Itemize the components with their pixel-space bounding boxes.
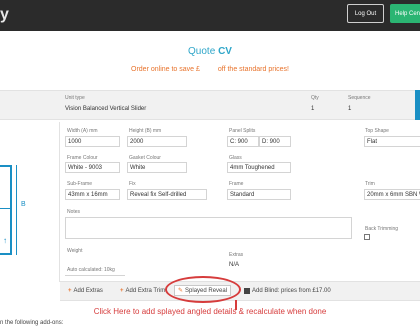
qty-label: Qty [311, 95, 319, 101]
trim-label: Trim [365, 181, 375, 187]
notes-textarea[interactable] [65, 217, 352, 239]
plus-icon: + [68, 288, 72, 294]
addons-text: n the following add-ons: [0, 320, 64, 326]
back-trimming-label: Back Trimming [365, 226, 399, 232]
fix-label: Fix [129, 181, 136, 187]
sequence-label: Sequence [348, 95, 371, 101]
panel-split-d-input[interactable]: D: 900 [259, 136, 291, 147]
qty-value[interactable]: 1 [311, 106, 314, 112]
frame-select[interactable]: Standard [227, 189, 291, 200]
sub-frame-select[interactable]: 43mm x 16mm [65, 189, 120, 200]
weight-underline [65, 275, 125, 276]
trim-select[interactable]: 20mm x 6mm SBN W [364, 189, 420, 200]
dimension-b-label: B [21, 201, 26, 208]
add-extra-trim-button[interactable]: + Add Extra Trim [120, 288, 165, 294]
app-logo: y [0, 6, 9, 23]
unit-type-value[interactable]: Vision Balanced Vertical Slider [65, 106, 146, 112]
notes-label: Notes [67, 209, 81, 215]
add-blind-label: Add Blind: prices from £17.00 [252, 288, 331, 294]
glass-select[interactable]: 4mm Toughened [227, 162, 291, 173]
add-extras-button[interactable]: + Add Extras [68, 288, 103, 294]
unit-type-label: Unit type [65, 95, 85, 101]
add-extras-label: Add Extras [73, 288, 103, 294]
back-trimming-checkbox[interactable] [364, 234, 370, 240]
fix-select[interactable]: Reveal fix Self-drilled [127, 189, 207, 200]
frame-colour-label: Frame Colour [67, 155, 98, 161]
extras-value: N/A [229, 262, 240, 268]
annotation-ellipse [165, 276, 241, 303]
page-title: Quote CV [0, 46, 420, 57]
promo-part-1: Order online to save £ [131, 66, 200, 73]
quote-code: CV [218, 46, 232, 57]
panel-split-c-input[interactable]: C: 900 [227, 136, 259, 147]
height-input[interactable]: 2000 [127, 136, 187, 147]
promo-text: Order online to save £ off the standard p… [0, 66, 420, 73]
window-split-line [0, 208, 12, 209]
gasket-colour-label: Gasket Colour [129, 155, 161, 161]
add-blind-button[interactable]: Add Blind: prices from £17.00 [244, 288, 331, 294]
width-label: Width (A) mm [67, 128, 98, 134]
height-label: Height (B) mm [129, 128, 162, 134]
help-center-button[interactable]: Help Cen [390, 4, 420, 23]
arrow-up-icon: ↑ [3, 236, 7, 245]
width-input[interactable]: 1000 [65, 136, 120, 147]
logout-button[interactable]: Log Out [347, 4, 384, 23]
frame-label: Frame [229, 181, 244, 187]
promo-part-2: off the standard prices! [217, 66, 289, 73]
frame-colour-select[interactable]: White - 9003 [65, 162, 120, 173]
weight-auto-text: Auto calculated: 10kg [67, 267, 115, 273]
sequence-value[interactable]: 1 [348, 106, 351, 112]
dimension-line [16, 165, 17, 255]
quote-title-prefix: Quote [188, 46, 216, 57]
plus-icon: + [120, 288, 124, 294]
sub-frame-label: Sub-Frame [67, 181, 93, 187]
gasket-colour-select[interactable]: White [127, 162, 187, 173]
glass-label: Glass [229, 155, 242, 161]
weight-label: Weight [67, 248, 83, 254]
add-extra-trim-label: Add Extra Trim [125, 288, 166, 294]
header-accent-bar [415, 90, 420, 120]
top-shape-select[interactable]: Flat [364, 136, 420, 147]
blind-icon [244, 288, 250, 294]
annotation-text: Click Here to add splayed angled details… [93, 307, 327, 316]
panel-splits-label: Panel Splits [229, 128, 256, 134]
top-shape-label: Top Shape [365, 128, 389, 134]
extras-label: Extras [229, 252, 244, 258]
